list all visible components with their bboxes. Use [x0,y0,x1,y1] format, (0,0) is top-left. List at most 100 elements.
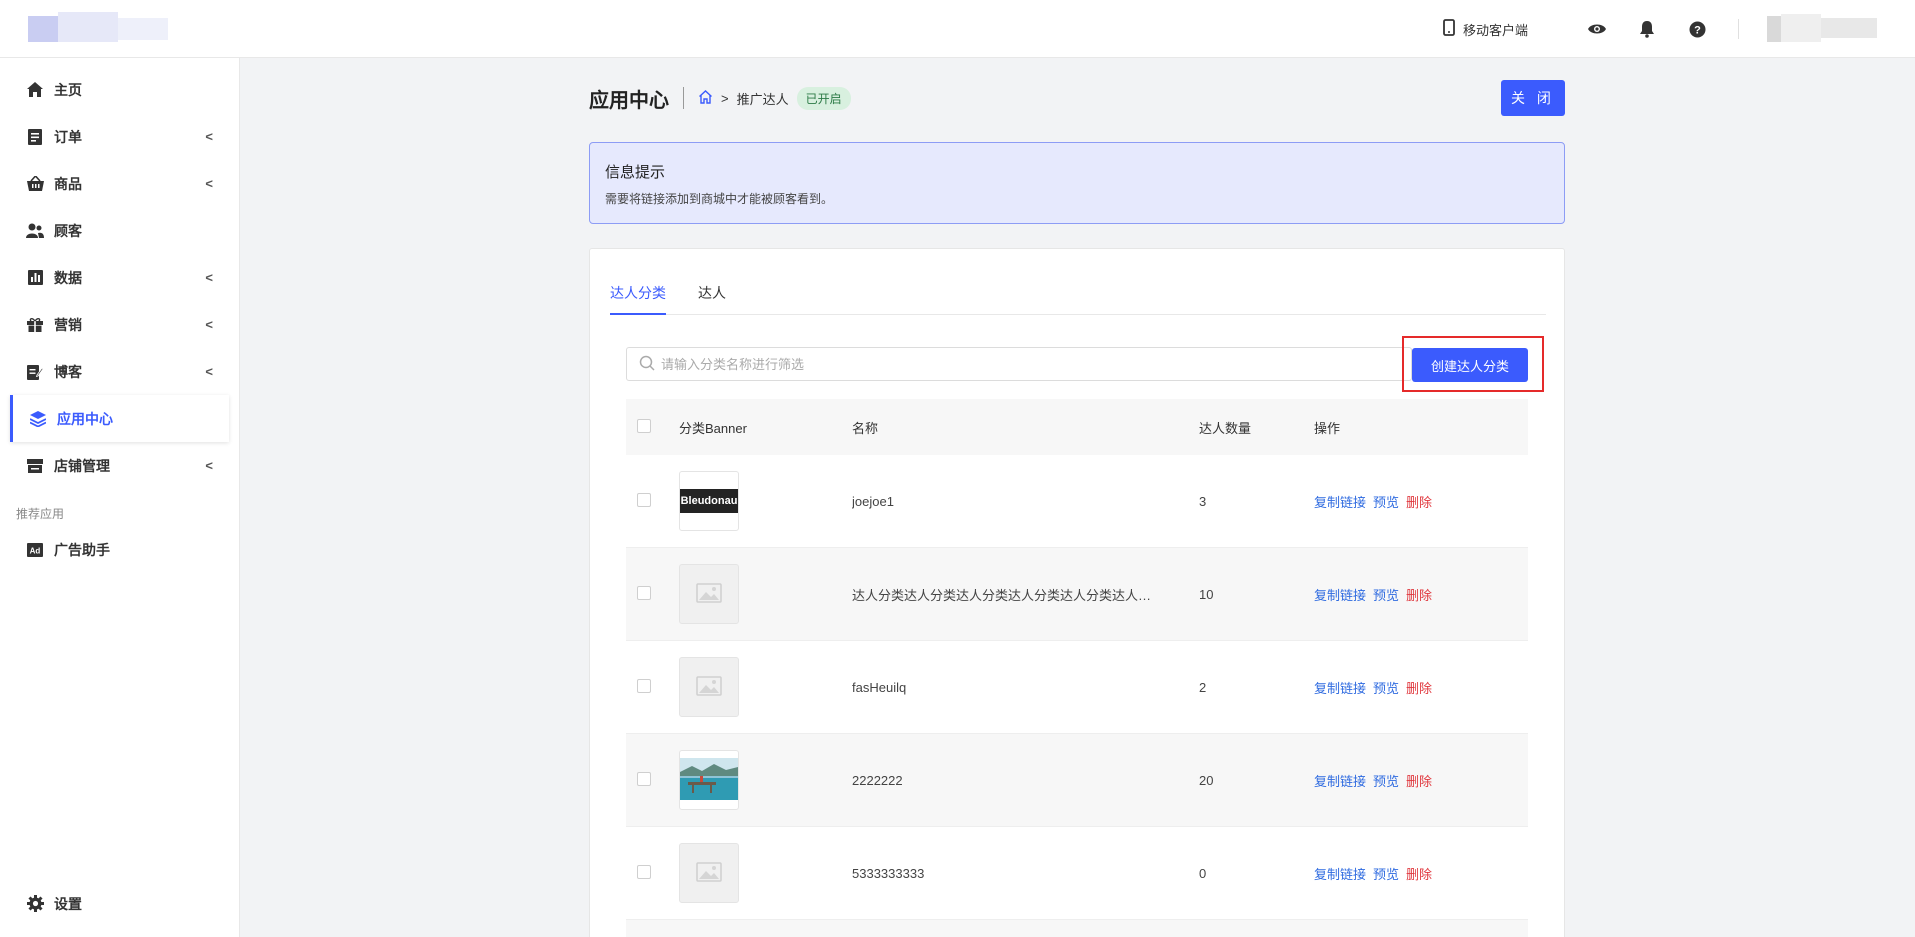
users-icon [26,222,44,240]
main-content: 应用中心 > 推广达人 已开启 关 闭 信息提示 需要将链接添加到商城中才能被顾… [240,58,1915,937]
sidebar-item-ad-assistant[interactable]: Ad 广告助手 [0,526,239,573]
tab-creator-categories[interactable]: 达人分类 [610,273,666,315]
banner-thumbnail [679,564,739,624]
creator-count: 2 [1199,679,1207,695]
creator-count: 0 [1199,865,1207,881]
store-icon [26,457,44,475]
search-input[interactable] [661,356,1361,372]
row-checkbox[interactable] [637,492,651,507]
divider [1738,19,1739,39]
creator-count: 20 [1199,772,1214,788]
sidebar-item-orders[interactable]: 订单 < [0,113,239,160]
preview-button[interactable]: 预览 [1373,864,1399,883]
table-row: fasHeuilq 2 复制链接 预览 删除 [626,641,1528,734]
mobile-phone-icon [1443,19,1455,39]
info-title: 信息提示 [605,164,666,181]
table-row: 2222222 20 复制链接 预览 删除 [626,734,1528,827]
select-all-checkbox[interactable] [637,418,651,433]
info-text: 需要将链接添加到商城中才能被顾客看到。 [605,192,834,206]
copy-link-button[interactable]: 复制链接 [1314,492,1366,511]
sidebar-item-label: 博客 [54,363,82,380]
sidebar-item-label: 顾客 [54,222,82,239]
chevron-left-icon: < [205,458,213,473]
row-checkbox[interactable] [637,864,651,879]
content-card: 达人分类 达人 创建达人分类 分类Banner 名称 达人数量 操作 Bleud… [589,248,1565,937]
page-title: 应用中心 [589,89,669,112]
sidebar-item-app-center[interactable]: 应用中心 [10,395,229,442]
search-icon [639,355,655,374]
home-icon[interactable] [698,89,713,107]
copy-link-button[interactable]: 复制链接 [1314,864,1366,883]
tab-creators[interactable]: 达人 [698,273,726,315]
sidebar-item-data[interactable]: 数据 < [0,254,239,301]
delete-button[interactable]: 删除 [1406,492,1432,511]
info-alert: 信息提示 需要将链接添加到商城中才能被顾客看到。 [589,142,1565,224]
category-name: 达人分类达人分类达人分类达人分类达人分类达人分类达人分类 [852,587,1199,603]
row-checkbox[interactable] [637,771,651,786]
creator-count: 10 [1199,586,1214,602]
breadcrumb: > 推广达人 [698,89,789,108]
sidebar-item-marketing[interactable]: 营销 < [0,301,239,348]
table-row: 5333333333 0 复制链接 预览 删除 [626,827,1528,920]
mobile-client-link[interactable]: 移动客户端 [1443,19,1528,39]
table-header: 分类Banner 名称 达人数量 操作 [626,399,1528,455]
ad-icon: Ad [26,541,44,559]
preview-button[interactable]: 预览 [1373,492,1399,511]
sidebar-item-store-management[interactable]: 店铺管理 < [0,442,239,489]
tabs: 达人分类 达人 [610,273,1546,315]
row-checkbox[interactable] [637,585,651,600]
delete-button[interactable]: 删除 [1406,771,1432,790]
user-avatar[interactable] [1767,14,1877,44]
column-header: 操作 [1314,420,1341,436]
eye-icon[interactable] [1572,22,1622,36]
sidebar-item-customers[interactable]: 顾客 [0,207,239,254]
help-icon[interactable]: ? [1672,21,1722,38]
preview-button[interactable]: 预览 [1373,585,1399,604]
banner-thumbnail: Bleudonau [679,471,739,531]
gift-icon [26,316,44,334]
banner-photo-image [680,757,738,803]
layers-icon [29,410,47,428]
creator-count: 3 [1199,493,1207,509]
bell-icon[interactable] [1622,20,1672,38]
sidebar-item-home[interactable]: 主页 [0,66,239,113]
image-placeholder-icon [696,675,722,699]
sidebar-item-label: 设置 [54,895,82,912]
sidebar-item-label: 营销 [54,316,82,333]
column-header: 名称 [852,420,879,436]
banner-thumbnail [679,657,739,717]
breadcrumb-separator: > [721,90,729,106]
table-row: 达人分类达人分类达人分类达人分类达人分类达人分类达人分类 10 复制链接 预览 … [626,548,1528,641]
column-header: 达人数量 [1199,420,1252,436]
logo[interactable] [28,12,168,44]
delete-button[interactable]: 删除 [1406,585,1432,604]
sidebar-item-settings[interactable]: 设置 [0,880,239,927]
copy-link-button[interactable]: 复制链接 [1314,678,1366,697]
delete-button[interactable]: 删除 [1406,864,1432,883]
create-category-button[interactable]: 创建达人分类 [1412,348,1528,382]
sidebar-item-blog[interactable]: 博客 < [0,348,239,395]
image-placeholder-icon [696,582,722,606]
chart-icon [26,269,44,287]
chevron-left-icon: < [205,176,213,191]
banner-logo-image: Bleudonau [680,489,738,513]
table-row: Bleudonau joejoe1 3 复制链接 预览 删除 [626,455,1528,548]
sidebar-item-products[interactable]: 商品 < [0,160,239,207]
delete-button[interactable]: 删除 [1406,678,1432,697]
banner-thumbnail [679,750,739,810]
preview-button[interactable]: 预览 [1373,771,1399,790]
order-icon [26,128,44,146]
category-name: 2222222 [852,772,903,788]
divider [683,87,684,109]
close-button[interactable]: 关 闭 [1501,80,1565,116]
search-box [626,347,1412,381]
copy-link-button[interactable]: 复制链接 [1314,771,1366,790]
status-badge: 已开启 [796,86,851,110]
row-checkbox[interactable] [637,678,651,693]
sidebar-item-label: 商品 [54,175,82,192]
sidebar-item-label: 主页 [54,81,82,98]
column-header: 分类Banner [679,420,747,436]
preview-button[interactable]: 预览 [1373,678,1399,697]
chevron-left-icon: < [205,270,213,285]
copy-link-button[interactable]: 复制链接 [1314,585,1366,604]
